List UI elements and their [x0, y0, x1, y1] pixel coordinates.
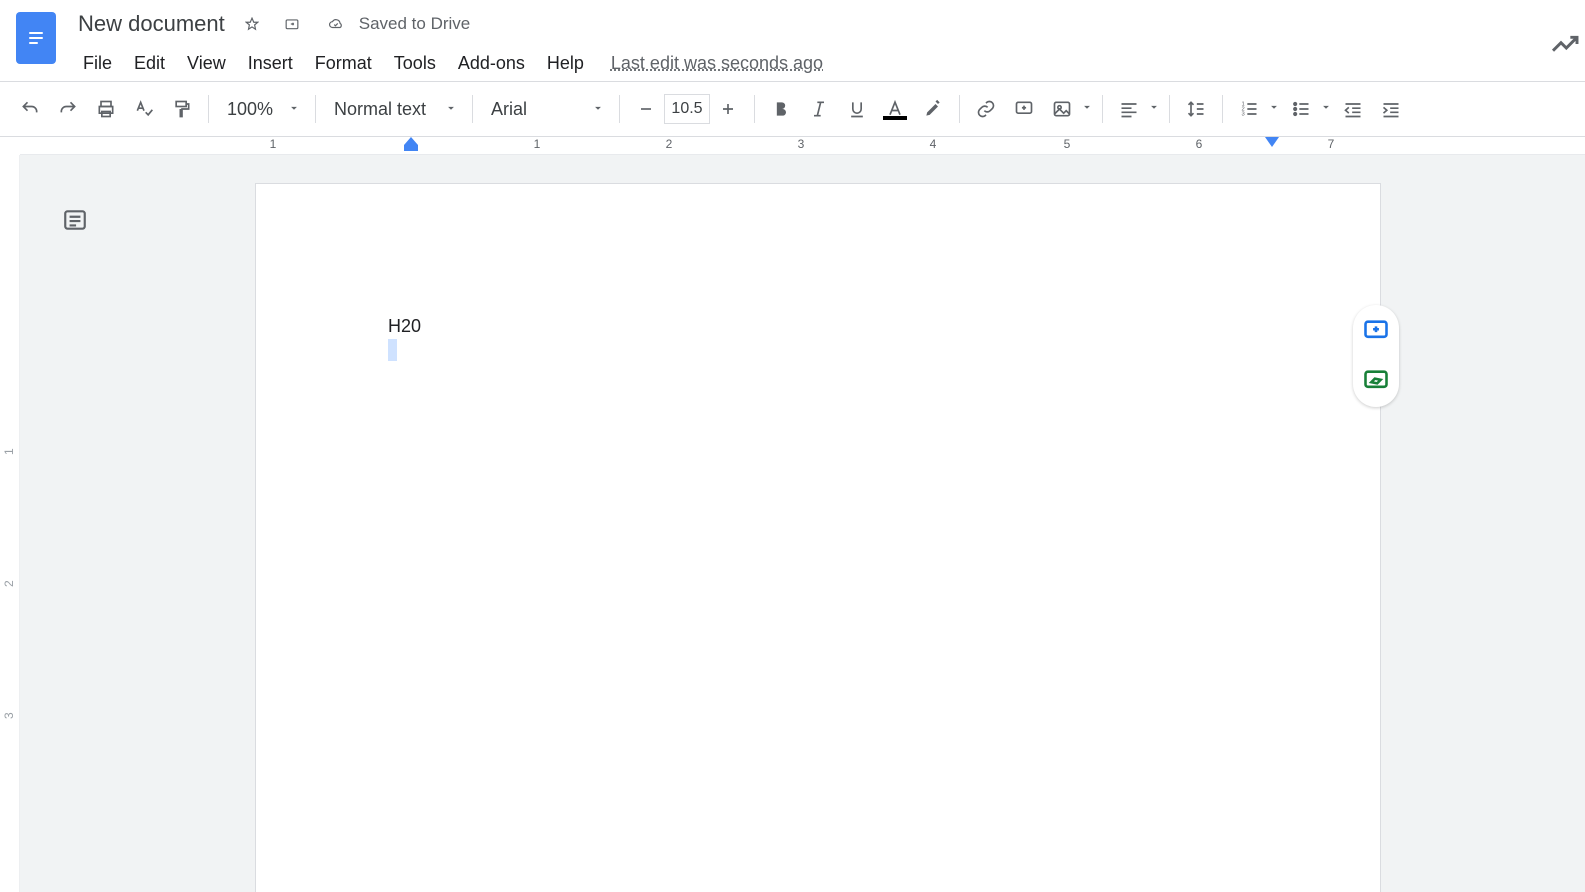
paint-format-button[interactable] [164, 91, 200, 127]
svg-text:3: 3 [1242, 112, 1245, 118]
suggest-edits-side-button[interactable] [1362, 367, 1390, 395]
bold-button[interactable] [763, 91, 799, 127]
saved-label: Saved to Drive [359, 14, 471, 34]
numbered-list-icon: 123 [1231, 91, 1267, 127]
separator [315, 95, 316, 123]
line-spacing-button[interactable] [1178, 91, 1214, 127]
ruler-num: 1 [534, 137, 541, 151]
font-size-input[interactable] [664, 94, 710, 124]
bulleted-list-dropdown[interactable] [1283, 91, 1333, 127]
ruler-num: 3 [798, 137, 805, 151]
caret-down-icon [287, 99, 301, 120]
move-to-folder-icon[interactable] [285, 13, 307, 35]
image-icon [1044, 91, 1080, 127]
add-comment-side-button[interactable] [1362, 317, 1390, 345]
zoom-dropdown[interactable]: 100% [217, 91, 307, 127]
last-edit-link[interactable]: Last edit was seconds ago [611, 53, 823, 74]
menu-addons[interactable]: Add-ons [447, 47, 536, 80]
spellcheck-button[interactable] [126, 91, 162, 127]
outline-toggle-button[interactable] [60, 205, 90, 235]
ruler-num: 6 [1196, 137, 1203, 151]
ruler-num: 5 [1064, 137, 1071, 151]
horizontal-ruler[interactable]: 1 1 2 3 4 5 6 7 [20, 137, 1585, 155]
ruler-num: 1 [270, 137, 277, 151]
workspace: 1 2 3 H20 [0, 155, 1585, 892]
separator [1169, 95, 1170, 123]
ruler-num: 3 [2, 712, 16, 719]
font-dropdown[interactable]: Arial [481, 91, 611, 127]
font-value: Arial [491, 99, 527, 120]
separator [208, 95, 209, 123]
text-color-button[interactable] [877, 91, 913, 127]
caret-down-icon [1080, 100, 1094, 119]
ruler-num: 7 [1328, 137, 1335, 151]
menu-view[interactable]: View [176, 47, 237, 80]
page-content[interactable]: H20 [388, 316, 1248, 361]
separator [1222, 95, 1223, 123]
ruler-num: 2 [666, 137, 673, 151]
document-title[interactable]: New document [72, 9, 231, 39]
ruler-num: 2 [2, 580, 16, 587]
menubar: File Edit View Insert Format Tools Add-o… [72, 44, 1569, 82]
decrease-indent-button[interactable] [1335, 91, 1371, 127]
separator [472, 95, 473, 123]
ruler-num: 4 [930, 137, 937, 151]
text-color-swatch [883, 116, 907, 120]
separator [959, 95, 960, 123]
caret-down-icon [591, 99, 605, 120]
caret-down-icon [1319, 100, 1333, 119]
menu-edit[interactable]: Edit [123, 47, 176, 80]
insert-image-dropdown[interactable] [1044, 91, 1094, 127]
document-area: H20 [20, 155, 1585, 892]
menu-file[interactable]: File [72, 47, 123, 80]
redo-button[interactable] [50, 91, 86, 127]
align-dropdown[interactable] [1111, 91, 1161, 127]
side-actions-panel [1353, 305, 1399, 407]
star-icon[interactable] [245, 13, 267, 35]
italic-button[interactable] [801, 91, 837, 127]
undo-button[interactable] [12, 91, 48, 127]
paragraph-style-dropdown[interactable]: Normal text [324, 91, 464, 127]
caret-down-icon [444, 99, 458, 120]
font-size-group [628, 91, 746, 127]
print-button[interactable] [88, 91, 124, 127]
left-indent-marker[interactable] [404, 137, 418, 153]
bulleted-list-icon [1283, 91, 1319, 127]
right-indent-marker[interactable] [1265, 137, 1279, 151]
decrease-font-size-button[interactable] [628, 91, 664, 127]
document-page[interactable]: H20 [255, 183, 1381, 892]
paragraph-style-value: Normal text [334, 99, 426, 120]
toolbar: 100% Normal text Arial 123 [0, 82, 1585, 137]
align-left-icon [1111, 91, 1147, 127]
app-header: New document Saved to Drive File Edit [0, 0, 1585, 82]
text-selection [388, 339, 397, 361]
cloud-done-icon [329, 13, 351, 35]
menu-help[interactable]: Help [536, 47, 595, 80]
activity-dashboard-icon[interactable] [1549, 28, 1581, 65]
saved-status: Saved to Drive [329, 13, 471, 35]
highlight-color-button[interactable] [915, 91, 951, 127]
menu-format[interactable]: Format [304, 47, 383, 80]
separator [1102, 95, 1103, 123]
header-main: New document Saved to Drive File Edit [72, 8, 1569, 82]
title-actions: Saved to Drive [245, 13, 471, 35]
numbered-list-dropdown[interactable]: 123 [1231, 91, 1281, 127]
separator [754, 95, 755, 123]
add-comment-button[interactable] [1006, 91, 1042, 127]
underline-button[interactable] [839, 91, 875, 127]
caret-down-icon [1147, 100, 1161, 119]
increase-indent-button[interactable] [1373, 91, 1409, 127]
zoom-value: 100% [227, 99, 273, 120]
increase-font-size-button[interactable] [710, 91, 746, 127]
menu-insert[interactable]: Insert [237, 47, 304, 80]
vertical-ruler[interactable]: 1 2 3 [0, 155, 20, 892]
caret-down-icon [1267, 100, 1281, 119]
menu-tools[interactable]: Tools [383, 47, 447, 80]
insert-link-button[interactable] [968, 91, 1004, 127]
separator [619, 95, 620, 123]
ruler-num: 1 [2, 448, 16, 455]
title-row: New document Saved to Drive [72, 8, 1569, 40]
docs-logo[interactable] [16, 12, 56, 64]
document-text: H20 [388, 316, 421, 336]
